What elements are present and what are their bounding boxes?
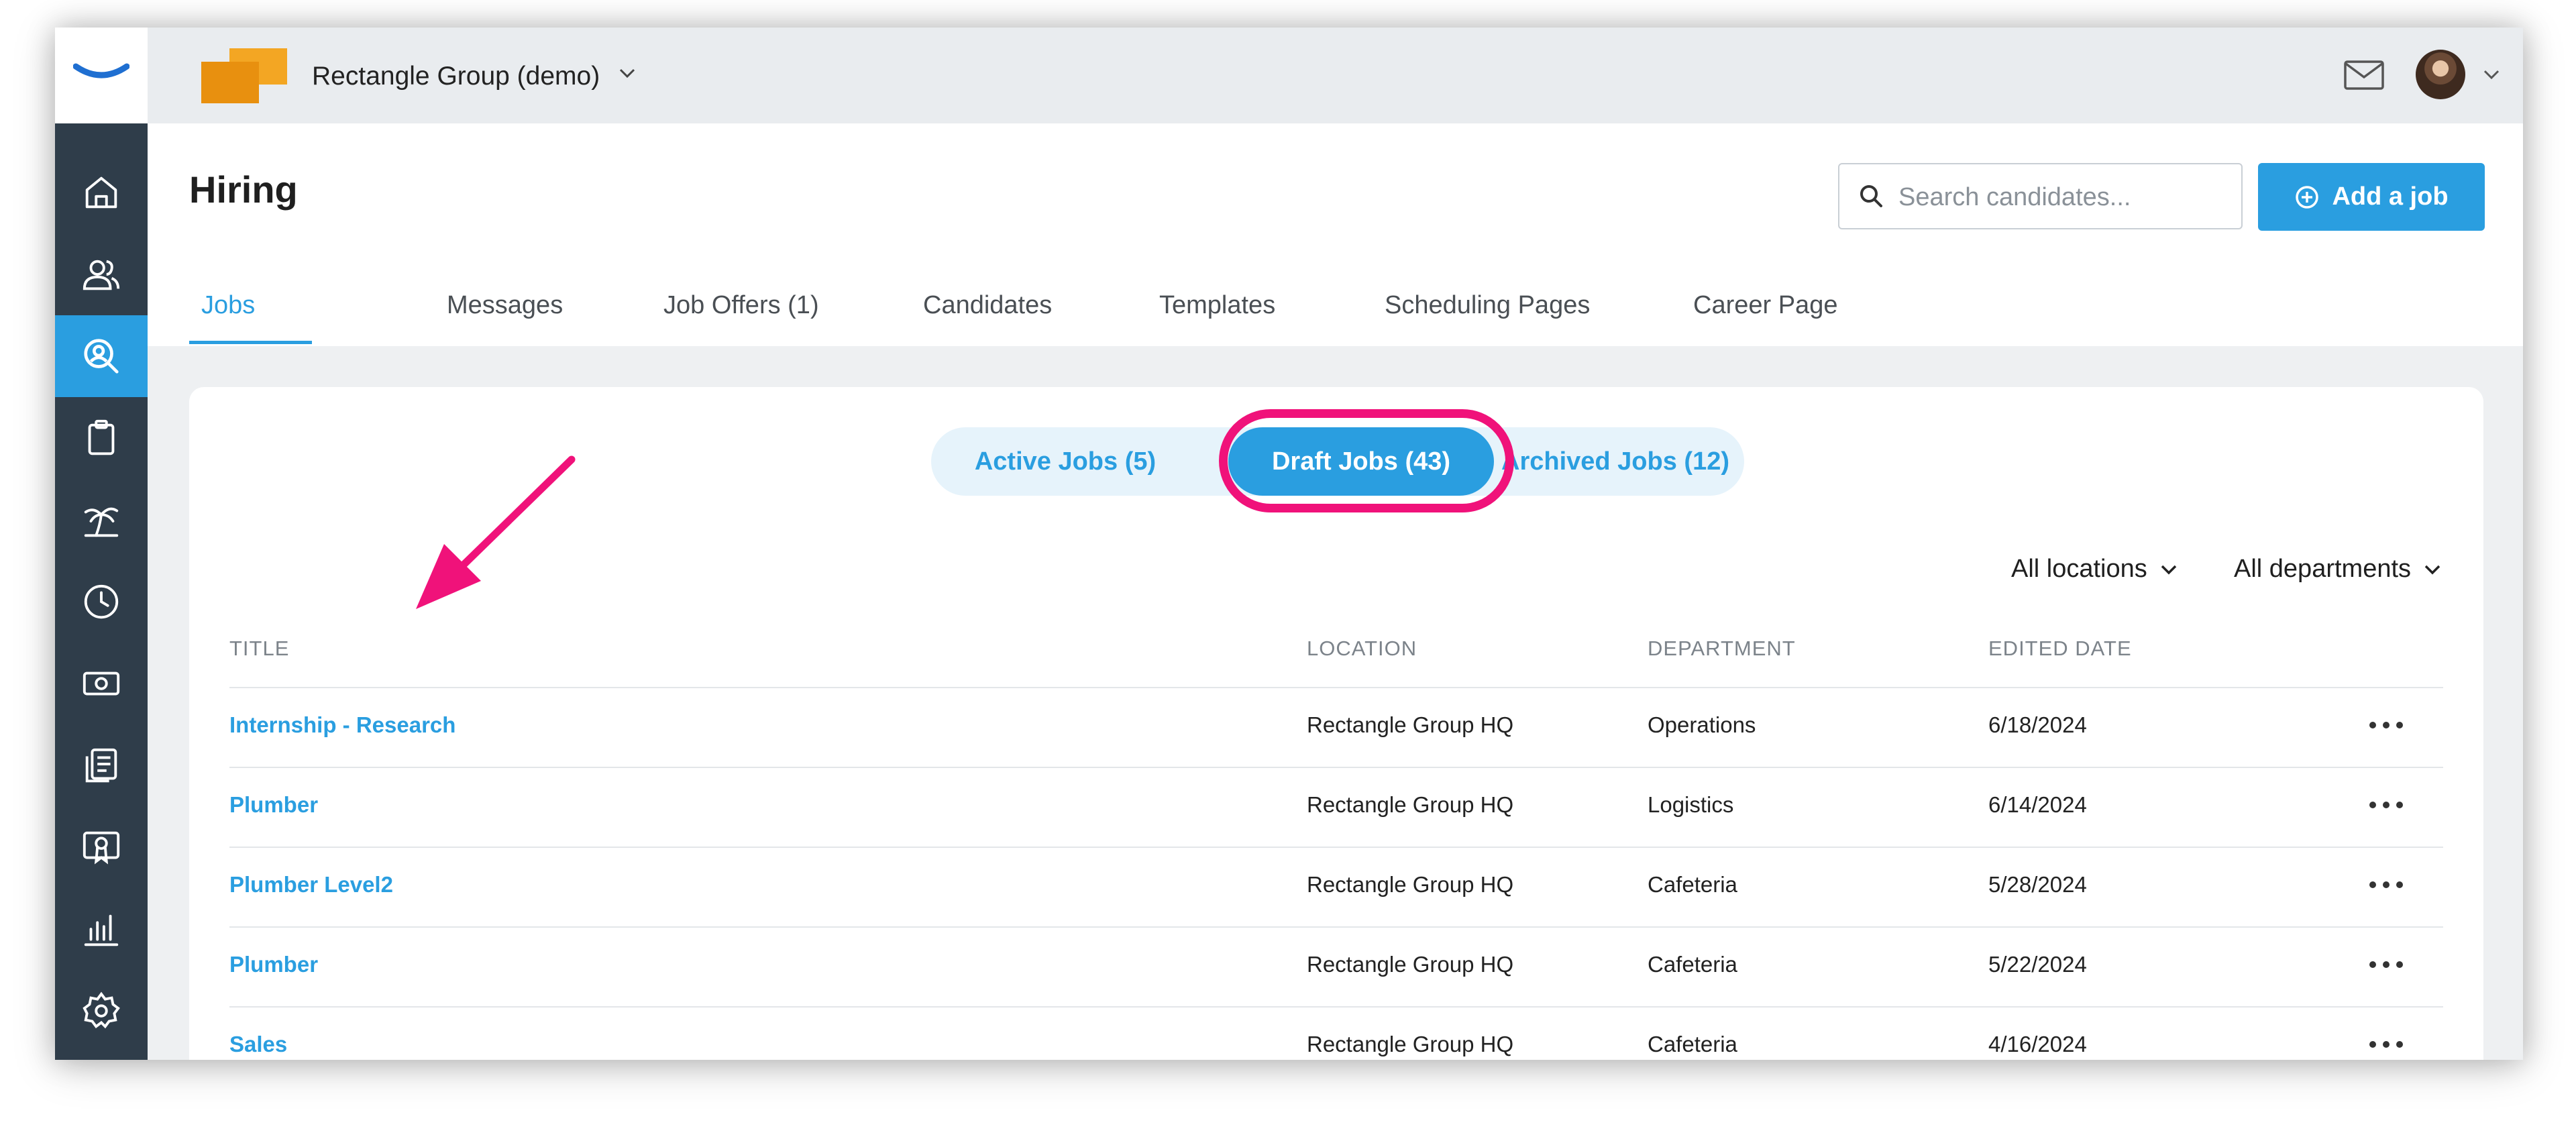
job-edited-date: 6/18/2024 (1988, 712, 2087, 737)
job-location: Rectangle Group HQ (1307, 712, 1514, 737)
job-title-link[interactable]: Plumber (229, 952, 318, 977)
hiring-search-icon (84, 339, 119, 374)
job-title-link[interactable]: Internship - Research (229, 712, 455, 738)
location-filter-label: All locations (2011, 555, 2147, 583)
jobs-card: Active Jobs (5) Draft Jobs (43) Archived… (189, 387, 2483, 1060)
job-status-toggle: Active Jobs (5) Draft Jobs (43) Archived… (931, 427, 1744, 496)
page-title: Hiring (189, 168, 298, 211)
archived-jobs-tab[interactable]: Archived Jobs (12) (1501, 427, 1729, 496)
add-job-label: Add a job (2332, 182, 2449, 211)
plus-circle-icon (2296, 185, 2319, 209)
tab-jobs[interactable]: Jobs (201, 291, 255, 320)
more-actions-icon[interactable] (2369, 795, 2403, 815)
more-actions-icon[interactable] (2369, 715, 2403, 735)
gear-icon (83, 991, 120, 1029)
job-department: Cafeteria (1648, 872, 1737, 897)
column-header-edited-date[interactable]: EDITED DATE (1988, 637, 2132, 661)
job-edited-date: 5/22/2024 (1988, 952, 2087, 977)
main-content: Hiring Add a job Jobs Messages Job Offer… (148, 123, 2523, 1060)
more-actions-icon[interactable] (2369, 1034, 2403, 1054)
job-location: Rectangle Group HQ (1307, 952, 1514, 977)
job-location: Rectangle Group HQ (1307, 872, 1514, 897)
clock-icon (84, 584, 119, 619)
clipboard-icon (88, 419, 115, 455)
sidebar (55, 28, 148, 1060)
chevron-down-icon (2424, 565, 2440, 574)
department-filter[interactable]: All departments (2234, 555, 2442, 584)
job-location: Rectangle Group HQ (1307, 792, 1514, 817)
home-icon (85, 176, 117, 209)
people-icon (83, 260, 120, 290)
active-jobs-tab[interactable]: Active Jobs (5) (951, 427, 1179, 496)
column-header-title[interactable]: TITLE (229, 637, 289, 661)
department-filter-label: All departments (2234, 555, 2412, 583)
tab-career-page[interactable]: Career Page (1693, 291, 1837, 320)
avatar[interactable] (2416, 50, 2465, 99)
sidebar-item-time-off[interactable] (55, 479, 148, 561)
active-tab-indicator (189, 341, 312, 344)
table-row[interactable]: Plumber Level2 Rectangle Group HQ Cafete… (229, 847, 2443, 928)
sidebar-item-time-tracking[interactable] (55, 561, 148, 643)
job-edited-date: 5/28/2024 (1988, 872, 2087, 897)
chevron-down-icon[interactable] (617, 66, 637, 80)
draft-jobs-tab[interactable]: Draft Jobs (43) (1228, 427, 1494, 496)
tab-candidates[interactable]: Candidates (923, 291, 1052, 320)
job-location: Rectangle Group HQ (1307, 1032, 1514, 1056)
sidebar-item-help[interactable] (55, 1052, 148, 1060)
sidebar-item-training[interactable] (55, 806, 148, 888)
table-row[interactable]: Sales Rectangle Group HQ Cafeteria 4/16/… (229, 1006, 2443, 1060)
table-row[interactable]: Plumber Rectangle Group HQ Cafeteria 5/2… (229, 926, 2443, 1008)
sidebar-item-settings[interactable] (55, 970, 148, 1052)
page-header: Hiring Add a job Jobs Messages Job Offer… (148, 123, 2523, 346)
app-logo[interactable] (55, 28, 148, 123)
tab-job-offers[interactable]: Job Offers (1) (663, 291, 819, 320)
tab-messages[interactable]: Messages (447, 291, 563, 320)
tab-templates[interactable]: Templates (1159, 291, 1275, 320)
smile-logo-icon (73, 63, 129, 78)
certificate-icon (83, 831, 120, 865)
table-row[interactable]: Plumber Rectangle Group HQ Logistics 6/1… (229, 767, 2443, 848)
job-edited-date: 4/16/2024 (1988, 1032, 2087, 1056)
sidebar-item-tasks[interactable] (55, 397, 148, 479)
mail-icon[interactable] (2343, 60, 2385, 91)
job-edited-date: 6/14/2024 (1988, 792, 2087, 817)
add-job-button[interactable]: Add a job (2258, 163, 2485, 231)
money-icon (83, 671, 120, 696)
chevron-down-icon[interactable] (2481, 68, 2502, 81)
org-logo[interactable] (201, 48, 287, 105)
chevron-down-icon (2161, 565, 2177, 574)
more-actions-icon[interactable] (2369, 955, 2403, 975)
sidebar-item-reports[interactable] (55, 888, 148, 970)
location-filter[interactable]: All locations (2011, 555, 2178, 584)
job-title-link[interactable]: Plumber (229, 792, 318, 818)
sidebar-item-home[interactable] (55, 152, 148, 233)
org-name[interactable]: Rectangle Group (demo) (312, 61, 600, 91)
search-input[interactable] (1897, 179, 2229, 215)
column-header-department[interactable]: DEPARTMENT (1648, 637, 1796, 661)
job-department: Cafeteria (1648, 952, 1737, 977)
sidebar-item-payroll[interactable] (55, 643, 148, 724)
job-department: Logistics (1648, 792, 1734, 817)
search-box[interactable] (1838, 163, 2243, 229)
job-department: Cafeteria (1648, 1032, 1737, 1056)
job-title-link[interactable]: Sales (229, 1032, 287, 1057)
documents-icon (85, 748, 117, 783)
palm-tree-icon (84, 507, 119, 537)
more-actions-icon[interactable] (2369, 875, 2403, 895)
sidebar-item-hiring[interactable] (55, 315, 148, 397)
job-title-link[interactable]: Plumber Level2 (229, 872, 393, 898)
app-window: Rectangle Group (demo) Hiring Search can… (55, 28, 2523, 1060)
bar-chart-icon (84, 914, 119, 946)
table-row[interactable]: Internship - Research Rectangle Group HQ… (229, 687, 2443, 768)
search-icon (1860, 185, 1882, 207)
sidebar-item-documents[interactable] (55, 724, 148, 806)
sidebar-item-people[interactable] (55, 233, 148, 315)
top-bar: Rectangle Group (demo) (148, 28, 2523, 123)
job-department: Operations (1648, 712, 1756, 737)
column-header-location[interactable]: LOCATION (1307, 637, 1417, 661)
tab-scheduling-pages[interactable]: Scheduling Pages (1385, 291, 1590, 320)
